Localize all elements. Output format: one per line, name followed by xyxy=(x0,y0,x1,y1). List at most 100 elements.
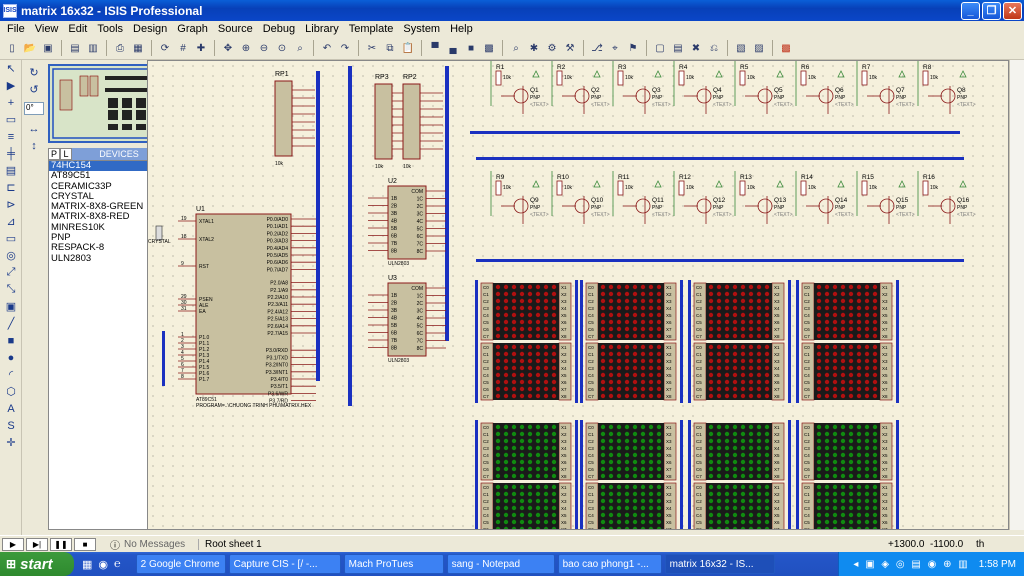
bill-materials-icon[interactable]: ▧ xyxy=(733,40,749,56)
overview-window[interactable] xyxy=(48,64,163,143)
zoom-all-icon[interactable]: ⊙ xyxy=(274,40,290,56)
copy-icon[interactable]: ⧉ xyxy=(382,40,398,56)
stop-icon[interactable]: ■ xyxy=(74,537,96,551)
netlist-icon[interactable]: ⎌ xyxy=(706,40,722,56)
block-delete-icon[interactable]: ▩ xyxy=(481,40,497,56)
chrome-quick-icon[interactable]: ◉ xyxy=(98,558,108,571)
redo-icon[interactable]: ↷ xyxy=(337,40,353,56)
remove-sheet-icon[interactable]: ▤ xyxy=(670,40,686,56)
minimize-button[interactable]: _ xyxy=(961,1,980,20)
wire-autorouter-icon[interactable]: ⎇ xyxy=(589,40,605,56)
circle-icon[interactable]: ● xyxy=(0,349,22,366)
new-sheet-icon[interactable]: ▢ xyxy=(652,40,668,56)
step-icon[interactable]: ▶| xyxy=(26,537,48,551)
rotate-ccw-icon[interactable]: ↺ xyxy=(24,81,44,98)
cut-icon[interactable]: ✂ xyxy=(364,40,380,56)
property-tool-icon[interactable]: ⚑ xyxy=(625,40,641,56)
menu-design[interactable]: Design xyxy=(128,23,172,35)
menu-graph[interactable]: Graph xyxy=(172,23,213,35)
symbol-icon[interactable]: S xyxy=(0,417,22,434)
box-icon[interactable]: ■ xyxy=(0,332,22,349)
electrical-check-icon[interactable]: ▨ xyxy=(751,40,767,56)
path-icon[interactable]: ⬡ xyxy=(0,383,22,400)
search-tag-icon[interactable]: ⌖ xyxy=(607,40,623,56)
component-mode-icon[interactable]: ▶ xyxy=(0,77,22,94)
taskbar-item[interactable]: sang - Notepad xyxy=(446,554,555,574)
taskbar-item[interactable]: 2 Google Chrome xyxy=(135,554,226,574)
import-icon[interactable]: ▤ xyxy=(67,40,83,56)
tray-icons[interactable]: ◂ ▣ ◈ ◎ ▤ ◉ ⊕ ▥ xyxy=(853,559,969,570)
zoom-out-icon[interactable]: ⊖ xyxy=(256,40,272,56)
make-device-icon[interactable]: ✱ xyxy=(526,40,542,56)
menu-view[interactable]: View xyxy=(30,23,64,35)
zoom-in-icon[interactable]: ⊕ xyxy=(238,40,254,56)
zoom-area-icon[interactable]: ⌕ xyxy=(292,40,308,56)
ie-quick-icon[interactable]: ℮ xyxy=(114,558,121,570)
subcircuit-icon[interactable]: ▤ xyxy=(0,162,22,179)
current-probe-icon[interactable]: ⤡ xyxy=(0,281,22,298)
taskbar-item[interactable]: Capture CIS - [/ -... xyxy=(228,554,341,574)
ares-icon[interactable]: ▩ xyxy=(778,40,794,56)
quick-launch-icon[interactable]: ▦ xyxy=(82,558,92,571)
menu-library[interactable]: Library xyxy=(300,23,344,35)
junction-dot-icon[interactable]: + xyxy=(0,94,22,111)
line-icon[interactable]: ╱ xyxy=(0,315,22,332)
block-copy-icon[interactable]: ▀ xyxy=(427,40,443,56)
redraw-icon[interactable]: ⟳ xyxy=(157,40,173,56)
marker-icon[interactable]: ✛ xyxy=(0,434,22,451)
delete-icon[interactable]: ✖ xyxy=(688,40,704,56)
packaging-icon[interactable]: ⚙ xyxy=(544,40,560,56)
tape-recorder-icon[interactable]: ▭ xyxy=(0,230,22,247)
terminals-icon[interactable]: ⊏ xyxy=(0,179,22,196)
undo-icon[interactable]: ↶ xyxy=(319,40,335,56)
block-move-icon[interactable]: ▄ xyxy=(445,40,461,56)
mirror-x-icon[interactable]: ↔ xyxy=(24,120,44,137)
grid-icon[interactable]: # xyxy=(175,40,191,56)
generator-icon[interactable]: ◎ xyxy=(0,247,22,264)
virtual-instrument-icon[interactable]: ▣ xyxy=(0,298,22,315)
selection-mode-icon[interactable]: ↖ xyxy=(0,60,22,77)
menu-source[interactable]: Source xyxy=(213,23,258,35)
origin-icon[interactable]: ✚ xyxy=(193,40,209,56)
taskbar-item[interactable]: Mach ProTues xyxy=(343,554,444,574)
buses-icon[interactable]: ╪ xyxy=(0,145,22,162)
menu-template[interactable]: Template xyxy=(344,23,399,35)
rotate-cw-icon[interactable]: ↻ xyxy=(24,64,44,81)
wire-label-icon[interactable]: ▭ xyxy=(0,111,22,128)
print-area-icon[interactable]: ▦ xyxy=(130,40,146,56)
taskbar-item[interactable]: bao cao phong1 -... xyxy=(557,554,662,574)
new-icon[interactable]: ▯ xyxy=(4,40,20,56)
mirror-y-icon[interactable]: ↕ xyxy=(24,137,44,154)
text-icon[interactable]: A xyxy=(0,400,22,417)
menu-tools[interactable]: Tools xyxy=(92,23,128,35)
library-manager-tab[interactable]: L xyxy=(60,148,72,160)
pan-icon[interactable]: ✥ xyxy=(220,40,236,56)
paste-icon[interactable]: 📋 xyxy=(400,40,416,56)
schematic-canvas[interactable]: RP1 10k RP3 10k RP2 10k U1 AT89C51 PROGRAM=..\CH… xyxy=(147,60,1009,530)
print-icon[interactable]: ⎙ xyxy=(112,40,128,56)
open-icon[interactable]: 📂 xyxy=(22,40,38,56)
device-pins-icon[interactable]: ⊳ xyxy=(0,196,22,213)
menu-debug[interactable]: Debug xyxy=(258,23,300,35)
menu-file[interactable]: File xyxy=(2,23,30,35)
pick-device-icon[interactable]: ⌕ xyxy=(508,40,524,56)
export-icon[interactable]: ▥ xyxy=(85,40,101,56)
rotation-angle-field[interactable]: 0° xyxy=(24,102,44,115)
taskbar-item[interactable]: matrix 16x32 - IS... xyxy=(664,554,775,574)
menu-edit[interactable]: Edit xyxy=(63,23,92,35)
close-button[interactable]: ✕ xyxy=(1003,1,1022,20)
graph-mode-icon[interactable]: ⊿ xyxy=(0,213,22,230)
block-rotate-icon[interactable]: ■ xyxy=(463,40,479,56)
maximize-button[interactable]: ❐ xyxy=(982,1,1001,20)
messages-status[interactable]: No Messages xyxy=(124,539,194,550)
text-script-icon[interactable]: ≡ xyxy=(0,128,22,145)
decompose-icon[interactable]: ⚒ xyxy=(562,40,578,56)
start-button[interactable]: ⊞ start xyxy=(0,552,74,576)
pause-icon[interactable]: ❚❚ xyxy=(50,537,72,551)
save-icon[interactable]: ▣ xyxy=(40,40,56,56)
menu-system[interactable]: System xyxy=(398,23,445,35)
voltage-probe-icon[interactable]: ⤢ xyxy=(0,264,22,281)
play-icon[interactable]: ▶ xyxy=(2,537,24,551)
arc-icon[interactable]: ◜ xyxy=(0,366,22,383)
menu-help[interactable]: Help xyxy=(445,23,478,35)
